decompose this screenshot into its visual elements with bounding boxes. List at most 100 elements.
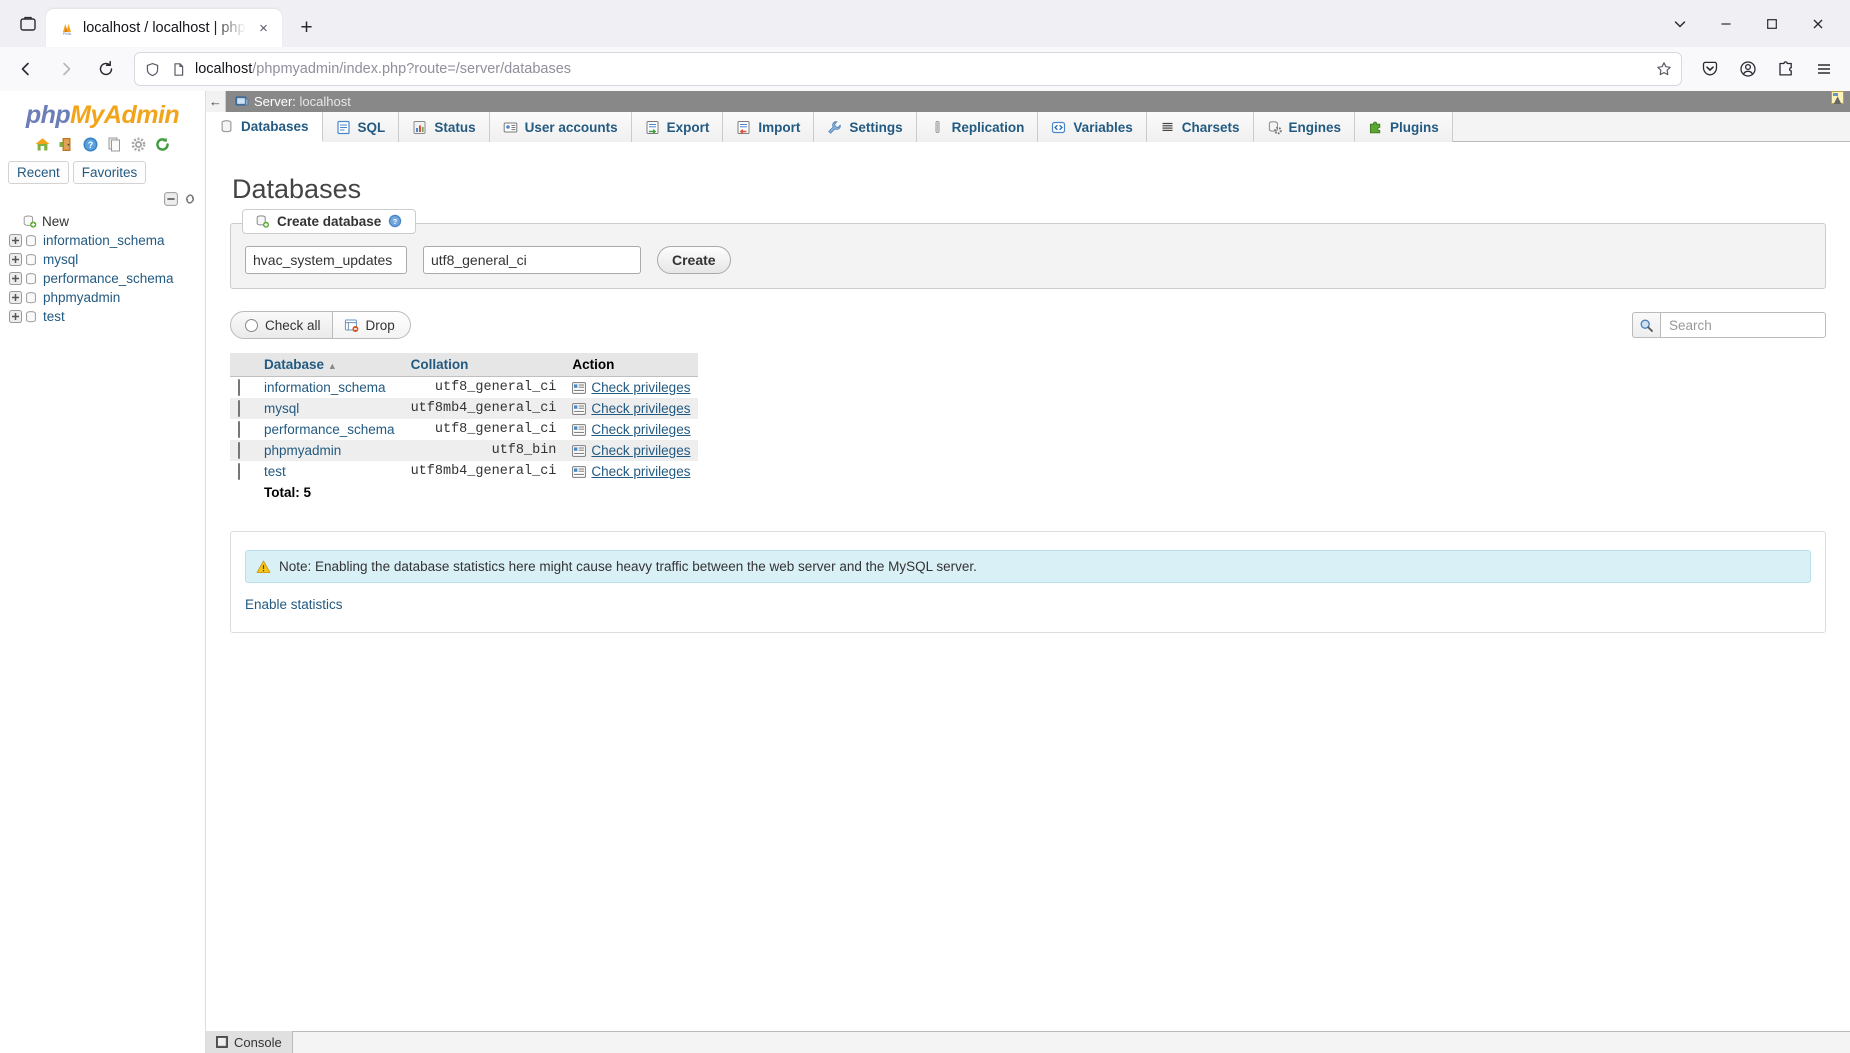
tab-import[interactable]: Import xyxy=(723,112,815,142)
bookmark-star-icon[interactable] xyxy=(1655,60,1673,78)
docs-icon[interactable] xyxy=(106,136,123,153)
browser-tab[interactable]: PMA localhost / localhost | php × xyxy=(46,9,282,47)
database-link[interactable]: phpmyadmin xyxy=(264,443,341,458)
tab-plugins[interactable]: Plugins xyxy=(1355,112,1453,142)
row-checkbox-cell[interactable] xyxy=(230,419,256,440)
tab-engines[interactable]: Engines xyxy=(1253,112,1356,142)
row-action[interactable]: Check privileges xyxy=(564,419,698,440)
tree-item-label[interactable]: information_schema xyxy=(43,233,165,248)
check-privileges-link[interactable]: Check privileges xyxy=(591,422,690,437)
search-input[interactable]: Search xyxy=(1660,312,1826,338)
help-circle-icon[interactable]: ? xyxy=(388,214,403,229)
reload-navigation-icon[interactable] xyxy=(154,136,171,153)
tree-item-new[interactable]: New xyxy=(8,212,205,231)
tree-item-test[interactable]: test xyxy=(8,307,205,326)
tree-item-information_schema[interactable]: information_schema xyxy=(8,231,205,250)
expand-node-icon[interactable] xyxy=(8,234,22,248)
row-action[interactable]: Check privileges xyxy=(564,440,699,461)
database-name-input[interactable]: hvac_system_updates xyxy=(245,246,407,274)
reload-button-icon[interactable] xyxy=(88,51,124,87)
back-to-server-icon[interactable]: ← xyxy=(206,91,226,112)
expand-node-icon[interactable] xyxy=(8,272,22,286)
row-database-name[interactable]: information_schema xyxy=(256,377,403,399)
tab-settings[interactable]: Settings xyxy=(814,112,917,142)
table-row[interactable]: phpmyadmin utf8_bin Check privileges xyxy=(230,440,699,461)
console-bar[interactable]: Console xyxy=(206,1031,1850,1053)
row-action[interactable]: Check privileges xyxy=(564,377,698,398)
phpmyadmin-logo[interactable]: phpMyAdmin xyxy=(0,91,205,132)
expand-node-icon[interactable] xyxy=(8,291,22,305)
row-database-name[interactable]: mysql xyxy=(256,398,403,419)
create-database-button[interactable]: Create xyxy=(657,246,731,274)
column-header-database[interactable]: Database ▲ xyxy=(256,353,403,377)
logout-icon[interactable] xyxy=(58,136,75,153)
row-checkbox-cell[interactable] xyxy=(230,377,256,399)
tab-variables[interactable]: Variables xyxy=(1038,112,1147,142)
database-link[interactable]: test xyxy=(264,464,286,479)
row-checkbox-cell[interactable] xyxy=(230,440,256,461)
tab-export[interactable]: Export xyxy=(631,112,724,142)
tab-charsets[interactable]: Charsets xyxy=(1146,112,1254,142)
check-all-button[interactable]: Check all xyxy=(230,311,333,339)
firefox-view-icon[interactable] xyxy=(16,12,40,36)
drop-button[interactable]: Drop xyxy=(332,311,411,339)
home-icon[interactable] xyxy=(34,136,51,153)
help-icon[interactable]: ? xyxy=(82,136,99,153)
check-privileges-link[interactable]: Check privileges xyxy=(591,464,690,479)
enable-statistics-link[interactable]: Enable statistics xyxy=(245,597,343,612)
app-menu-icon[interactable] xyxy=(1806,51,1842,87)
row-checkbox[interactable] xyxy=(238,379,240,396)
tree-item-label[interactable]: test xyxy=(43,309,65,324)
table-row[interactable]: test utf8mb4_general_ci Check privileges xyxy=(230,461,698,482)
tab-databases[interactable]: Databases xyxy=(206,112,323,142)
close-window-button[interactable] xyxy=(1796,4,1840,44)
extensions-icon[interactable] xyxy=(1768,51,1804,87)
tree-item-performance_schema[interactable]: performance_schema xyxy=(8,269,205,288)
tab-sql[interactable]: SQL xyxy=(322,112,400,142)
row-checkbox[interactable] xyxy=(238,421,240,438)
tree-item-label[interactable]: phpmyadmin xyxy=(43,290,120,305)
settings-gear-icon[interactable] xyxy=(130,136,147,153)
tree-item-label[interactable]: performance_schema xyxy=(43,271,174,286)
search-icon[interactable] xyxy=(1632,312,1660,338)
row-action[interactable]: Check privileges xyxy=(564,461,698,482)
maximize-window-button[interactable] xyxy=(1750,4,1794,44)
save-to-pocket-icon[interactable] xyxy=(1692,51,1728,87)
database-link[interactable]: mysql xyxy=(264,401,299,416)
row-checkbox[interactable] xyxy=(238,442,240,459)
account-icon[interactable] xyxy=(1730,51,1766,87)
page-info-icon[interactable] xyxy=(169,60,187,78)
new-tab-button[interactable]: + xyxy=(290,11,324,45)
table-row[interactable]: mysql utf8mb4_general_ci Check privilege… xyxy=(230,398,699,419)
check-privileges-link[interactable]: Check privileges xyxy=(591,443,690,458)
database-link[interactable]: performance_schema xyxy=(264,422,395,437)
collation-select[interactable]: utf8_general_ci xyxy=(423,246,641,274)
row-database-name[interactable]: test xyxy=(256,461,403,482)
expand-node-icon[interactable] xyxy=(8,310,22,324)
nav-tab-recent[interactable]: Recent xyxy=(8,161,69,184)
collapse-panel-icon[interactable]: ▲ xyxy=(1831,92,1844,107)
nav-tab-favorites[interactable]: Favorites xyxy=(72,161,147,184)
console-toggle-button[interactable]: Console xyxy=(206,1031,293,1053)
row-checkbox[interactable] xyxy=(238,463,240,480)
forward-button-icon[interactable] xyxy=(48,51,84,87)
row-database-name[interactable]: phpmyadmin xyxy=(256,440,403,461)
row-checkbox[interactable] xyxy=(238,400,240,417)
row-checkbox-cell[interactable] xyxy=(230,398,256,419)
tree-item-phpmyadmin[interactable]: phpmyadmin xyxy=(8,288,205,307)
table-row[interactable]: information_schema utf8_general_ci Check… xyxy=(230,377,698,399)
check-all-checkbox[interactable] xyxy=(245,318,258,332)
tab-replication[interactable]: Replication xyxy=(916,112,1039,142)
database-link[interactable]: information_schema xyxy=(264,380,386,395)
tab-user-accounts[interactable]: User accounts xyxy=(489,112,632,142)
tree-item-label[interactable]: mysql xyxy=(43,252,78,267)
close-tab-icon[interactable]: × xyxy=(254,18,274,38)
row-action[interactable]: Check privileges xyxy=(564,398,699,419)
list-all-tabs-icon[interactable] xyxy=(1658,4,1702,44)
back-button-icon[interactable] xyxy=(8,51,44,87)
address-bar[interactable]: localhost/phpmyadmin/index.php?route=/se… xyxy=(134,52,1682,86)
link-with-main-panel-icon[interactable] xyxy=(183,192,197,206)
tab-status[interactable]: Status xyxy=(399,112,490,142)
expand-node-icon[interactable] xyxy=(8,253,22,267)
column-header-collation[interactable]: Collation xyxy=(402,353,565,377)
